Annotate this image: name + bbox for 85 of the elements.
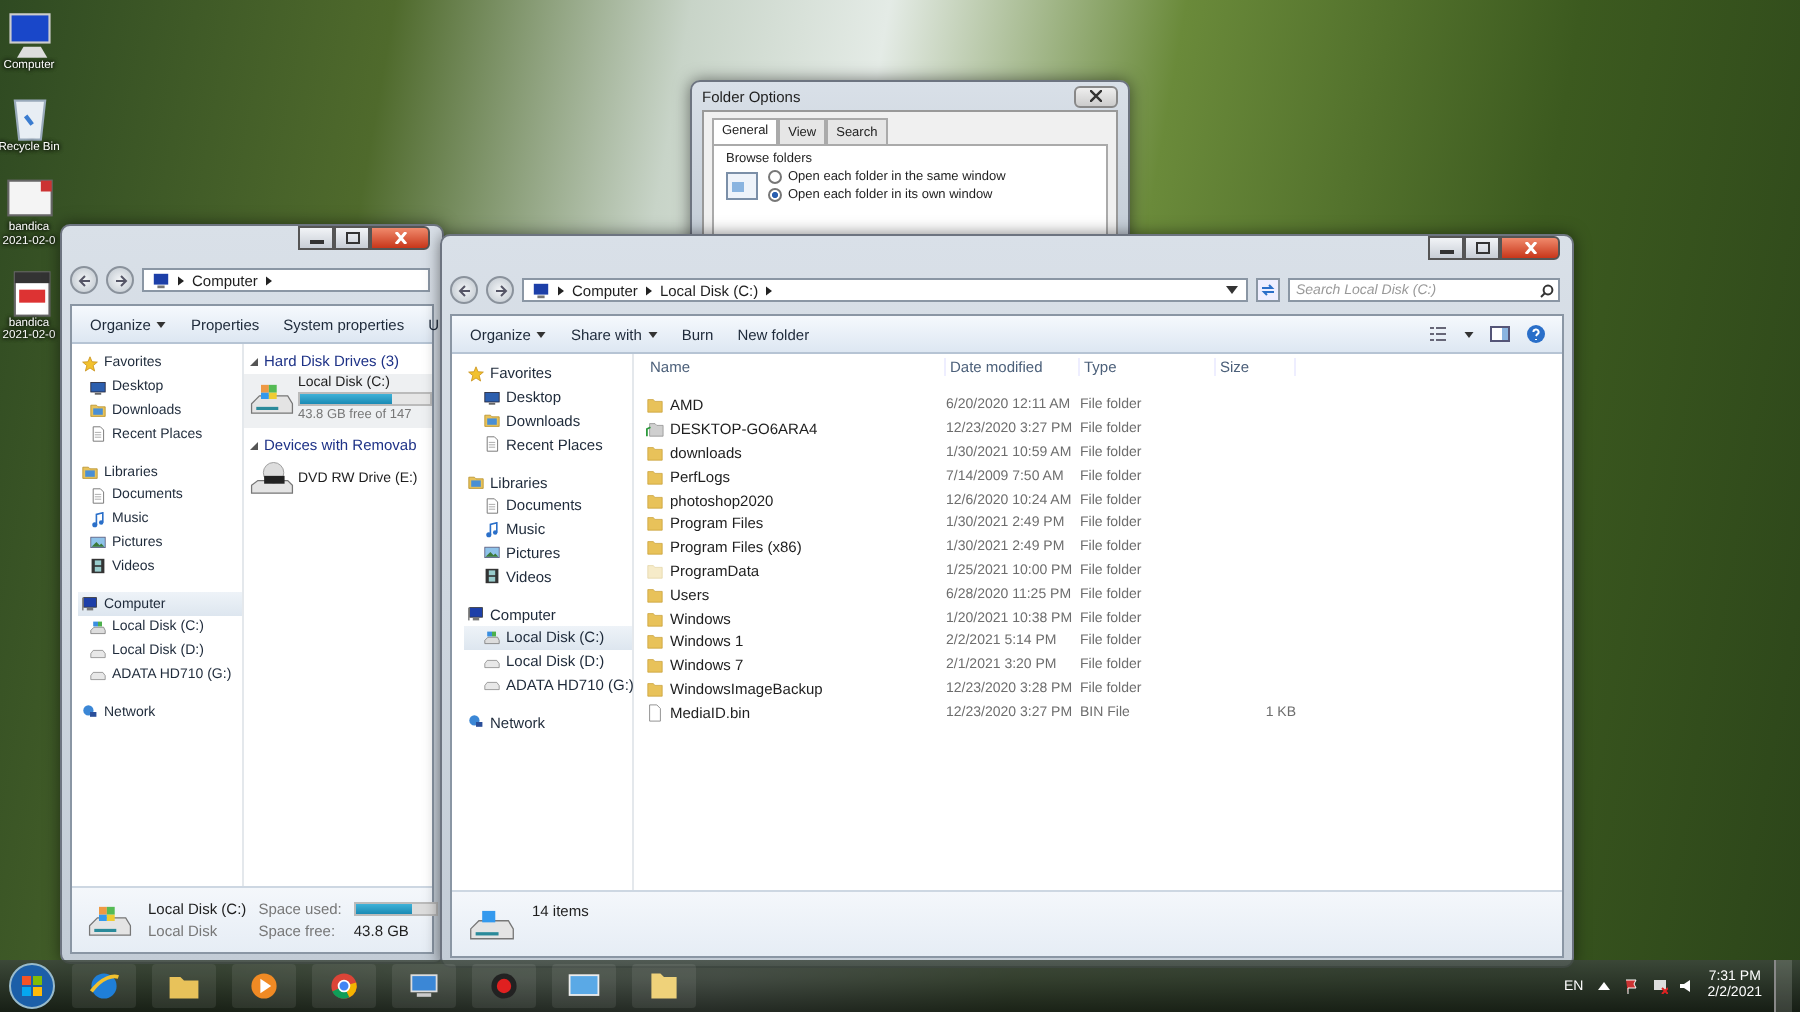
computer-icon: [3, 12, 55, 60]
view-options-icon[interactable]: [1428, 324, 1448, 344]
drive-icon: [90, 619, 106, 636]
play-icon[interactable]: [246, 968, 282, 1004]
maximize-icon: [1475, 242, 1489, 254]
start-orb-icon[interactable]: [8, 962, 56, 1010]
preview-pane-icon[interactable]: [1490, 324, 1510, 344]
folder-icon: [90, 402, 106, 419]
chrome-icon[interactable]: [326, 968, 362, 1004]
close-button[interactable]: [370, 226, 430, 250]
forward-button[interactable]: [486, 276, 514, 304]
refresh-icon: [1260, 282, 1276, 298]
maximize-icon: [345, 232, 359, 244]
chevron-icon: [645, 285, 652, 295]
drive-icon: [484, 629, 500, 646]
maximize-button[interactable]: [1464, 236, 1500, 260]
minimize-button[interactable]: [298, 226, 334, 250]
caret-icon: [1464, 331, 1474, 337]
picture-icon: [90, 534, 106, 551]
picture-icon: [484, 544, 500, 561]
network-icon: [468, 714, 484, 731]
back-arrow-icon: [457, 283, 471, 297]
document-icon: [90, 426, 106, 443]
forward-arrow-icon: [113, 273, 127, 287]
caret-icon: [156, 321, 167, 327]
flag-icon[interactable]: [1623, 978, 1640, 994]
caret-icon: [536, 331, 547, 337]
radio-button[interactable]: [768, 170, 782, 184]
caret-icon: [647, 331, 658, 337]
drive-icon: [468, 906, 516, 942]
chevron-icon: [178, 275, 184, 285]
file-icon: [646, 703, 664, 722]
radio-button[interactable]: [768, 188, 782, 202]
shared-folder-icon: [646, 420, 664, 439]
computer-icon: [152, 271, 170, 289]
music-note-icon: [484, 521, 500, 538]
collapse-arrow-icon[interactable]: [250, 441, 258, 449]
folder-icon: [82, 464, 98, 481]
folder-icon: [468, 474, 484, 491]
refresh-button[interactable]: [1256, 278, 1280, 302]
drive-icon: [250, 380, 294, 418]
close-icon: [1090, 90, 1102, 102]
drive-icon: [88, 901, 132, 939]
music-note-icon: [90, 511, 106, 528]
collapse-arrow-icon[interactable]: [250, 357, 258, 365]
back-button[interactable]: [450, 276, 478, 304]
monitor-icon: [90, 379, 106, 396]
globe-e-icon[interactable]: [86, 968, 122, 1004]
folder-icon: [646, 396, 664, 415]
dvd-drive-icon: [250, 460, 294, 498]
chevron-icon: [766, 285, 773, 295]
computer-icon: [468, 606, 484, 623]
network-icon[interactable]: [1651, 978, 1668, 994]
help-icon[interactable]: [1526, 324, 1546, 344]
forward-button[interactable]: [106, 266, 134, 294]
window-icon: [726, 172, 758, 200]
up-arrow-icon[interactable]: [1595, 978, 1612, 994]
monitor-icon: [484, 389, 500, 406]
folder-icon: [484, 412, 500, 429]
close-button[interactable]: [1074, 85, 1118, 107]
chevron-icon: [558, 285, 564, 295]
network-icon: [82, 704, 98, 721]
document-icon: [484, 497, 500, 514]
document-icon: [484, 436, 500, 453]
star-icon: [468, 365, 484, 382]
back-button[interactable]: [70, 266, 98, 294]
computer-icon: [82, 596, 98, 613]
close-button[interactable]: [1500, 236, 1560, 260]
film-icon: [484, 568, 500, 585]
dropdown-arrow-icon: [1226, 286, 1238, 294]
back-arrow-icon: [77, 273, 91, 287]
close-icon: [1523, 242, 1537, 254]
chevron-icon: [265, 275, 272, 285]
maximize-button[interactable]: [334, 226, 370, 250]
minimize-button[interactable]: [1428, 236, 1464, 260]
film-icon: [90, 558, 106, 575]
search-icon: [1540, 283, 1554, 297]
speaker-icon[interactable]: [1679, 978, 1696, 994]
close-icon: [393, 232, 407, 244]
record-icon[interactable]: [486, 968, 522, 1004]
star-icon: [82, 355, 98, 372]
show-desktop-button[interactable]: [1774, 960, 1792, 1012]
computer-icon: [532, 281, 550, 299]
forward-arrow-icon: [493, 283, 507, 297]
document-icon: [90, 487, 106, 504]
